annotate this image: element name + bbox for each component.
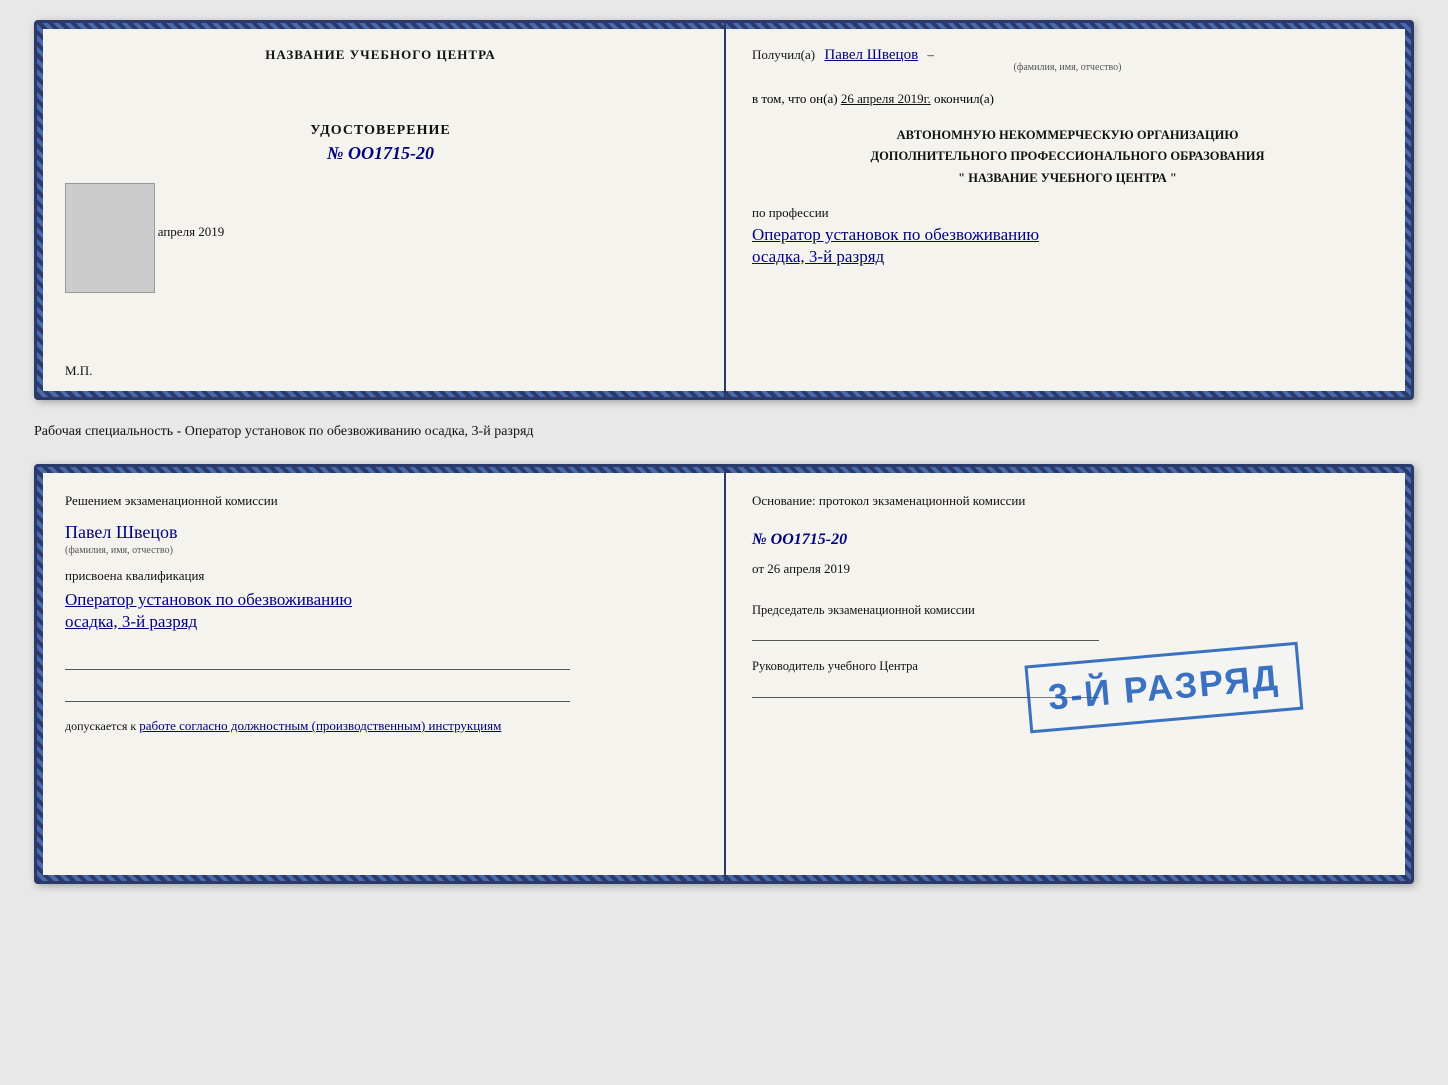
допускается-text: работе согласно должностным (производств… [139, 718, 501, 733]
separator-text: Рабочая специальность - Оператор установ… [34, 418, 1414, 446]
top-left-title: НАЗВАНИЕ УЧЕБНОГО ЦЕНТРА [65, 47, 696, 63]
photo-placeholder [65, 183, 155, 293]
mp-label: М.П. [65, 363, 92, 379]
bottom-hw-name: Павел Швецов [65, 522, 696, 543]
received-prefix: Получил(а) [752, 47, 815, 62]
decision-text: Решением экзаменационной комиссии [65, 491, 696, 512]
date-value: 26 апреля 2019 [767, 561, 850, 576]
chairman-block: Председатель экзаменационной комиссии [752, 601, 1383, 642]
signature-lines [65, 648, 696, 702]
assigned-label: присвоена квалификация [65, 568, 696, 584]
finished-label: окончил(а) [934, 91, 994, 106]
protocol-date: от 26 апреля 2019 [752, 561, 1383, 577]
document-wrapper: НАЗВАНИЕ УЧЕБНОГО ЦЕНТРА УДОСТОВЕРЕНИЕ №… [34, 20, 1414, 884]
completion-date: 26 апреля 2019г. [841, 91, 931, 106]
name-sublabel-top: (фамилия, имя, отчество) [752, 62, 1383, 73]
bottom-doc-left: Решением экзаменационной комиссии Павел … [37, 467, 724, 881]
cert-number: № OO1715-20 [65, 143, 696, 164]
cert-title: УДОСТОВЕРЕНИЕ [65, 123, 696, 139]
cert-center: УДОСТОВЕРЕНИЕ № OO1715-20 [65, 123, 696, 164]
bottom-doc-right: Основание: протокол экзаменационной коми… [724, 467, 1411, 881]
dated-line: в том, что он(а) 26 апреля 2019г. окончи… [752, 91, 1383, 107]
sig-line-2 [65, 680, 570, 702]
profession-hw-line1: Оператор установок по обезвоживанию [752, 225, 1383, 245]
profession-label: по профессии [752, 205, 1383, 221]
bottom-document: Решением экзаменационной комиссии Павел … [34, 464, 1414, 884]
допускается-prefix: допускается к [65, 719, 136, 733]
org-line3: " НАЗВАНИЕ УЧЕБНОГО ЦЕНТРА " [752, 168, 1383, 189]
bottom-name-sublabel: (фамилия, имя, отчество) [65, 545, 696, 556]
top-doc-left: НАЗВАНИЕ УЧЕБНОГО ЦЕНТРА УДОСТОВЕРЕНИЕ №… [37, 23, 724, 397]
chairman-label: Председатель экзаменационной комиссии [752, 601, 1383, 620]
profession-hw-line2: осадка, 3-й разряд [752, 247, 1383, 267]
org-line1: АВТОНОМНУЮ НЕКОММЕРЧЕСКУЮ ОРГАНИЗАЦИЮ [752, 125, 1383, 146]
recipient-name: Павел Швецов [824, 47, 918, 63]
top-document: НАЗВАНИЕ УЧЕБНОГО ЦЕНТРА УДОСТОВЕРЕНИЕ №… [34, 20, 1414, 400]
dash: – [927, 47, 934, 62]
org-line2: ДОПОЛНИТЕЛЬНОГО ПРОФЕССИОНАЛЬНОГО ОБРАЗО… [752, 146, 1383, 167]
qualification-line2: осадка, 3-й разряд [65, 612, 696, 632]
date-prefix: от [752, 561, 764, 576]
basis-heading: Основание: протокол экзаменационной коми… [752, 491, 1383, 511]
stamp: 3-й разряд [1024, 642, 1303, 734]
top-doc-right: Получил(а) Павел Швецов – (фамилия, имя,… [724, 23, 1411, 397]
protocol-number: № OO1715-20 [752, 531, 1383, 549]
допускается-block: допускается к работе согласно должностны… [65, 718, 696, 734]
qualification-line1: Оператор установок по обезвоживанию [65, 590, 696, 610]
org-block: АВТОНОМНУЮ НЕКОММЕРЧЕСКУЮ ОРГАНИЗАЦИЮ ДО… [752, 125, 1383, 189]
sig-line-1 [65, 648, 570, 670]
received-line: Получил(а) Павел Швецов – (фамилия, имя,… [752, 47, 1383, 73]
in-that-prefix: в том, что он(а) [752, 91, 838, 106]
cert-issued: Выдано 26 апреля 2019 [65, 224, 696, 240]
chairman-sig-line [752, 619, 1099, 641]
